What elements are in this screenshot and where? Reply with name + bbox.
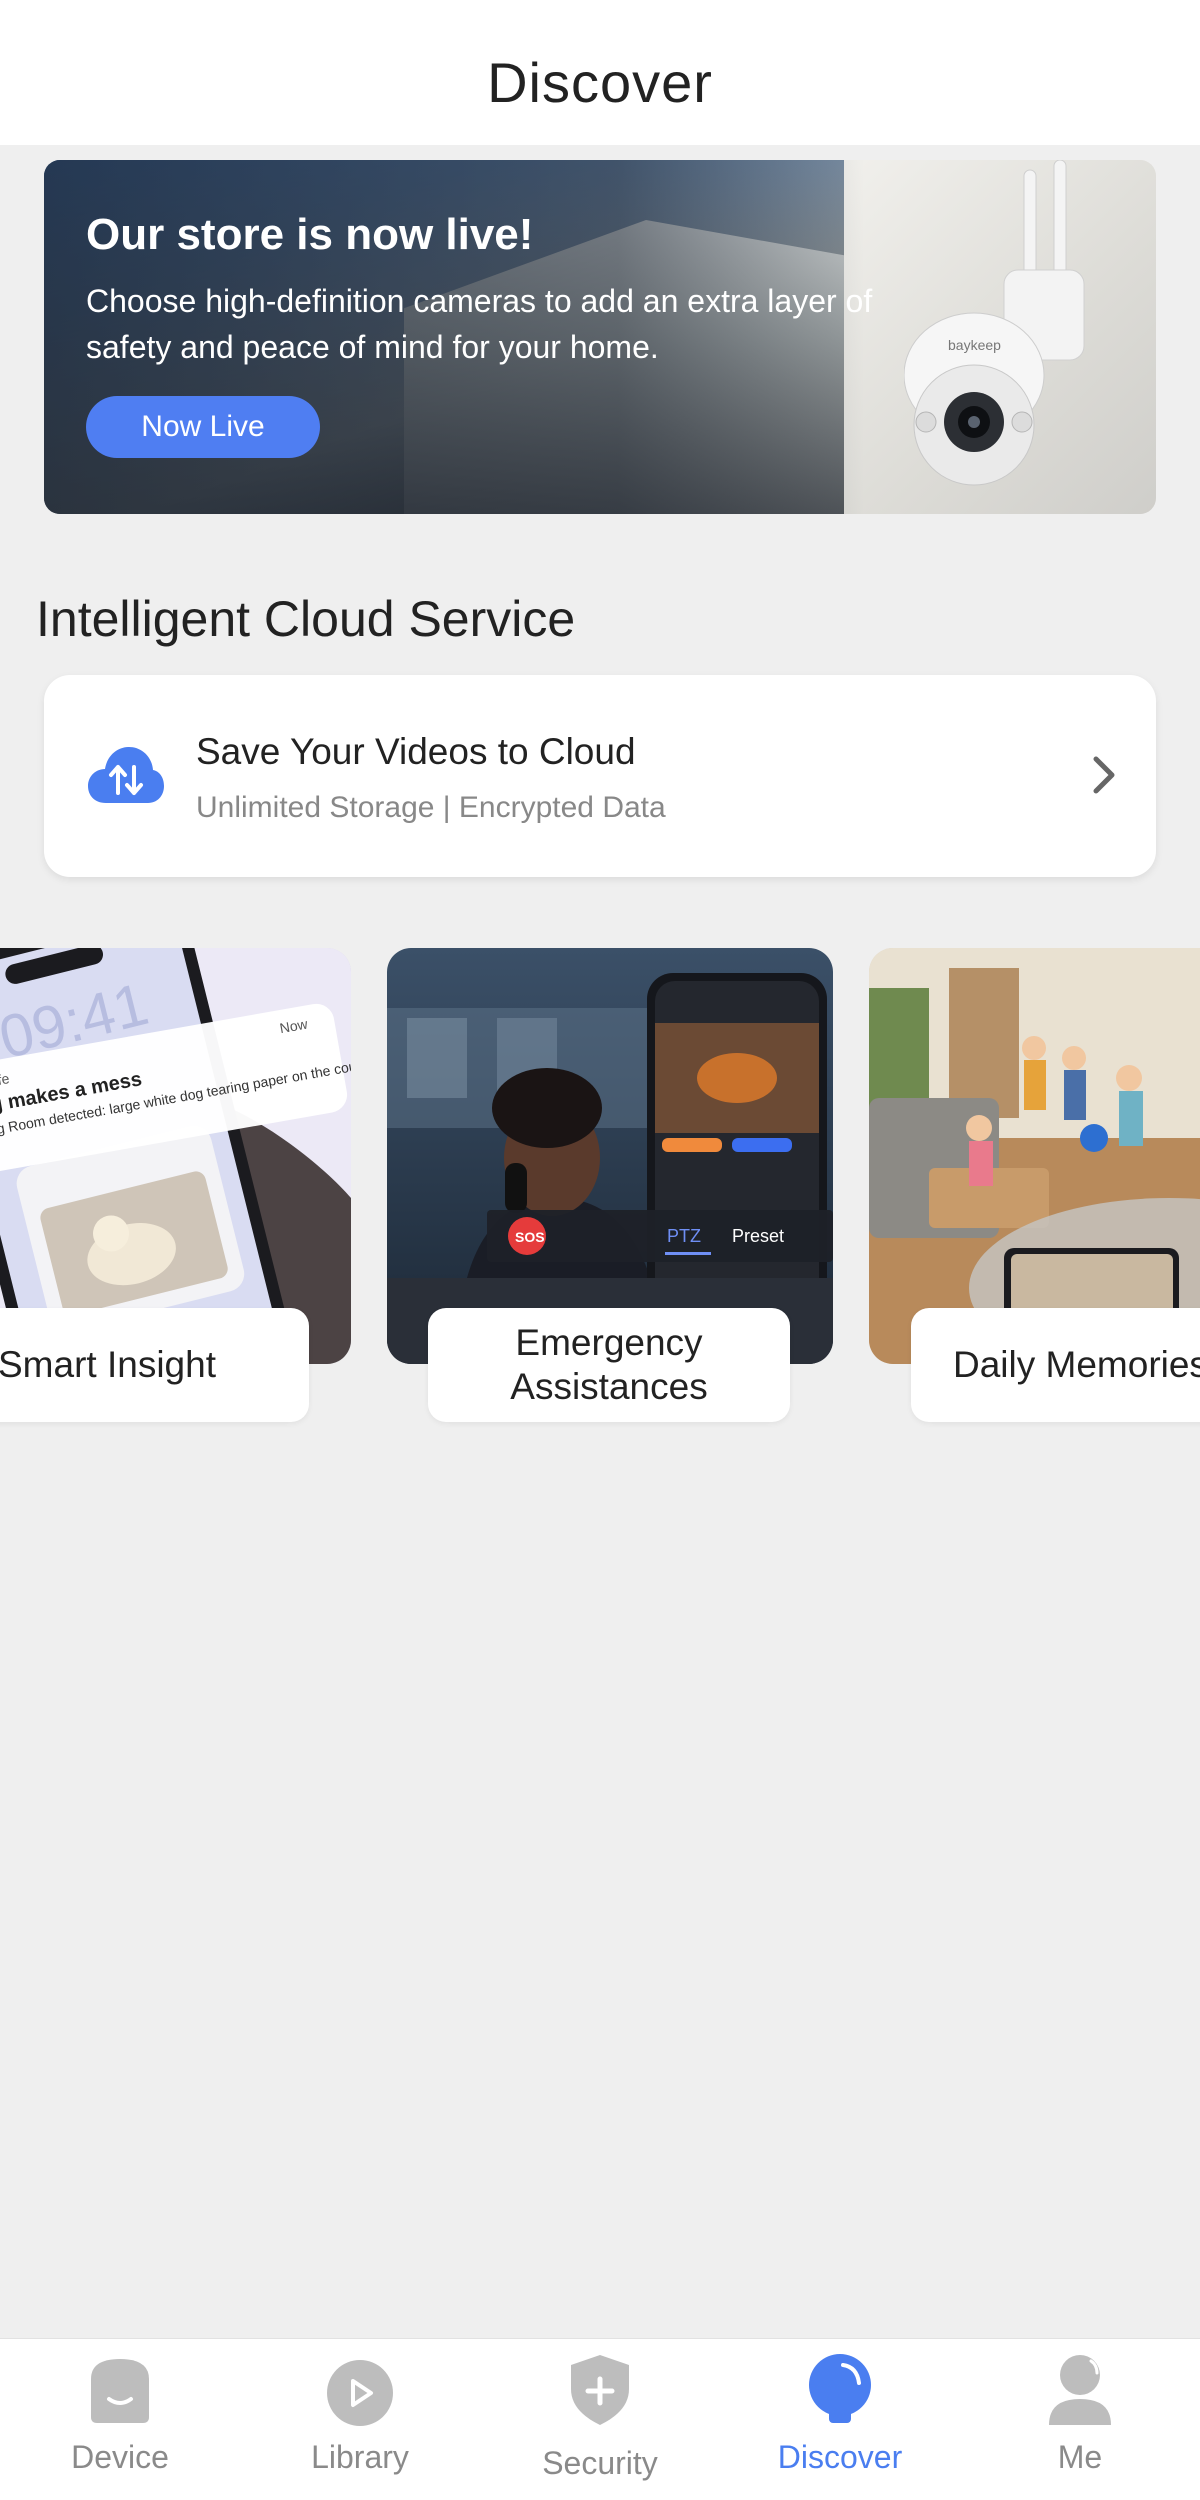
tab-security[interactable]: Security [480,2339,720,2500]
page-title: Discover [487,51,713,114]
feature-card-daily-memories[interactable]: Daily Memories [869,948,1200,1422]
me-person-icon [1049,2355,1111,2425]
security-shield-icon [571,2355,629,2425]
device-icon [91,2359,149,2423]
top-header: Discover [0,0,1200,145]
store-banner[interactable]: baykeep Our store is now live! Choose hi… [44,160,1156,514]
tab-label-device: Device [71,2439,169,2475]
sos-badge: SOS [515,1229,545,1245]
feature-label-emergency: Emergency Assistances [428,1308,790,1422]
discover-bulb-icon [809,2354,871,2423]
feature-carousel[interactable]: 09:41 Now Easelife Dog makes a mess Livi… [0,948,1200,1428]
phone-notification-illustration: 09:41 Now Easelife Dog makes a mess Livi… [0,948,351,1364]
tab-library[interactable]: Library [240,2339,480,2500]
tab-discover[interactable]: Discover [720,2339,960,2500]
banner-subtitle: Choose high-definition cameras to add an… [86,283,873,365]
preset-label: Preset [732,1226,784,1246]
banner-title: Our store is now live! [86,210,534,259]
chevron-right-icon [1093,756,1115,794]
now-live-button[interactable]: Now Live [86,396,320,458]
feature-label-daily-memories: Daily Memories [911,1308,1200,1422]
camera-brand-text: baykeep [948,337,1001,353]
daily-memories-image [869,948,1200,1364]
living-room-illustration [869,948,1200,1364]
tab-label-me: Me [1057,2439,1103,2475]
tab-label-discover: Discover [777,2439,903,2475]
emergency-image: SOS PTZ Preset [387,948,833,1364]
cloud-card-title: Save Your Videos to Cloud [196,731,636,772]
tab-device[interactable]: Device [0,2339,240,2500]
feature-label-smart-insight: Smart Insight [0,1308,309,1422]
security-camera-image: baykeep [904,160,1085,486]
tab-label-library: Library [311,2439,409,2475]
operator-sos-illustration: SOS PTZ Preset [387,948,833,1364]
ptz-label: PTZ [667,1226,701,1246]
cloud-upload-icon [88,747,164,803]
library-play-icon [327,2360,393,2426]
cloud-card-subtitle: Unlimited Storage | Encrypted Data [196,791,666,824]
bottom-tab-bar: Device Library Security Discover Me [0,2338,1200,2500]
cloud-service-card[interactable]: Save Your Videos to Cloud Unlimited Stor… [44,675,1156,877]
smart-insight-image: 09:41 Now Easelife Dog makes a mess Livi… [0,948,351,1364]
tab-me[interactable]: Me [960,2339,1200,2500]
feature-card-smart-insight[interactable]: 09:41 Now Easelife Dog makes a mess Livi… [0,948,351,1422]
tab-label-security: Security [542,2445,658,2481]
cloud-section-title: Intelligent Cloud Service [36,591,576,647]
feature-card-emergency[interactable]: SOS PTZ Preset Emergency Assistances [387,948,833,1422]
